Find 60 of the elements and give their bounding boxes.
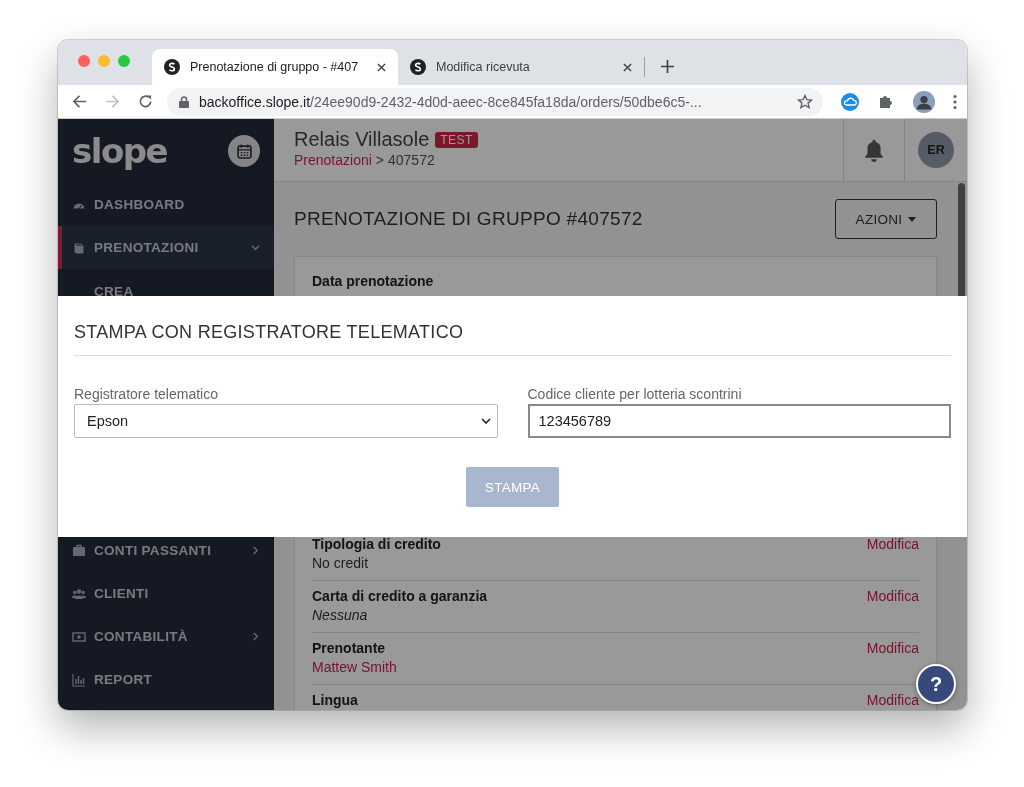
logo: slope — [72, 131, 168, 171]
field-label: Registratore telematico — [74, 386, 219, 402]
calendar-icon — [236, 143, 252, 159]
property-name: Relais Villasole — [294, 128, 430, 151]
banknote-icon — [72, 629, 86, 644]
breadcrumb-link[interactable]: Prenotazioni — [294, 152, 372, 168]
chevron-right-icon — [251, 546, 260, 555]
browser-tab[interactable]: Prenotazione di gruppo - #407 — [152, 49, 398, 85]
environment-badge: TEST — [435, 131, 478, 148]
close-icon[interactable] — [377, 62, 386, 72]
cloud-extension-icon[interactable] — [841, 92, 859, 111]
chevron-right-icon — [251, 632, 260, 641]
chevron-down-icon — [480, 418, 491, 424]
actions-dropdown-button[interactable]: AZIONI — [835, 199, 937, 239]
calendar-button[interactable] — [228, 135, 260, 167]
briefcase-icon — [72, 543, 86, 558]
address-bar[interactable]: backoffice.slope.it/24ee90d9-2432-4d0d-aeec-8ce845fa18da/orders/50dbe6c5-... — [167, 87, 823, 116]
edit-link[interactable]: Modifica — [866, 536, 919, 552]
edit-link[interactable]: Modifica — [866, 588, 919, 604]
caret-icon — [908, 216, 917, 222]
sidebar-item[interactable]: CONTI PASSANTI — [58, 529, 274, 572]
printer-select[interactable]: Epson — [74, 404, 498, 438]
detail-label: Prenotante — [312, 640, 387, 656]
book-icon — [72, 240, 86, 255]
sidebar-item[interactable]: PRENOTAZIONI — [58, 226, 274, 269]
edit-link[interactable]: Modifica — [866, 640, 919, 656]
user-avatar[interactable]: ER — [918, 132, 954, 168]
profile-avatar-icon[interactable] — [913, 90, 935, 113]
customer-code-field[interactable]: 123456789 — [527, 404, 951, 438]
detail-label: Lingua — [312, 692, 358, 708]
new-tab-icon[interactable] — [661, 60, 674, 73]
chevron-down-icon — [251, 243, 260, 252]
bookmark-star-icon[interactable] — [797, 93, 813, 110]
detail-label: Carta di credito a garanzia — [312, 588, 488, 604]
detail-label: Tipologia di credito — [312, 536, 441, 552]
notification-bell-icon[interactable] — [863, 138, 885, 162]
sidebar-item[interactable]: DASHBOARD — [58, 183, 274, 226]
detail-link[interactable]: Mattew Smith — [312, 659, 397, 675]
menu-icon[interactable] — [953, 93, 957, 110]
detail-label: Data prenotazione — [312, 273, 435, 289]
detail-value: Nessuna — [312, 607, 369, 623]
page-title: PRENOTAZIONE DI GRUPPO #407572 — [294, 208, 643, 230]
detail-value: No credit — [312, 555, 370, 571]
edit-link[interactable]: Modifica — [866, 692, 919, 708]
sidebar-item[interactable]: CONTABILITÀ — [58, 615, 274, 658]
back-icon[interactable] — [72, 94, 87, 109]
site-logo-icon — [164, 59, 180, 75]
field-label: Codice cliente per lotteria scontrini — [527, 386, 743, 402]
reload-icon[interactable] — [138, 94, 153, 109]
close-icon[interactable] — [623, 62, 632, 72]
breadcrumb-current: 407572 — [388, 152, 435, 168]
users-icon — [72, 586, 86, 601]
breadcrumb-separator: > — [375, 152, 384, 168]
site-logo-icon — [410, 59, 426, 75]
dialog-title: STAMPA CON REGISTRATORE TELEMATICO — [74, 296, 951, 356]
browser-tab[interactable]: Modifica ricevuta — [398, 49, 644, 85]
sidebar-item[interactable]: REPORT — [58, 658, 274, 701]
sidebar-item[interactable]: CLIENTI — [58, 572, 274, 615]
lock-icon — [179, 95, 189, 108]
bar-chart-icon — [72, 672, 86, 687]
